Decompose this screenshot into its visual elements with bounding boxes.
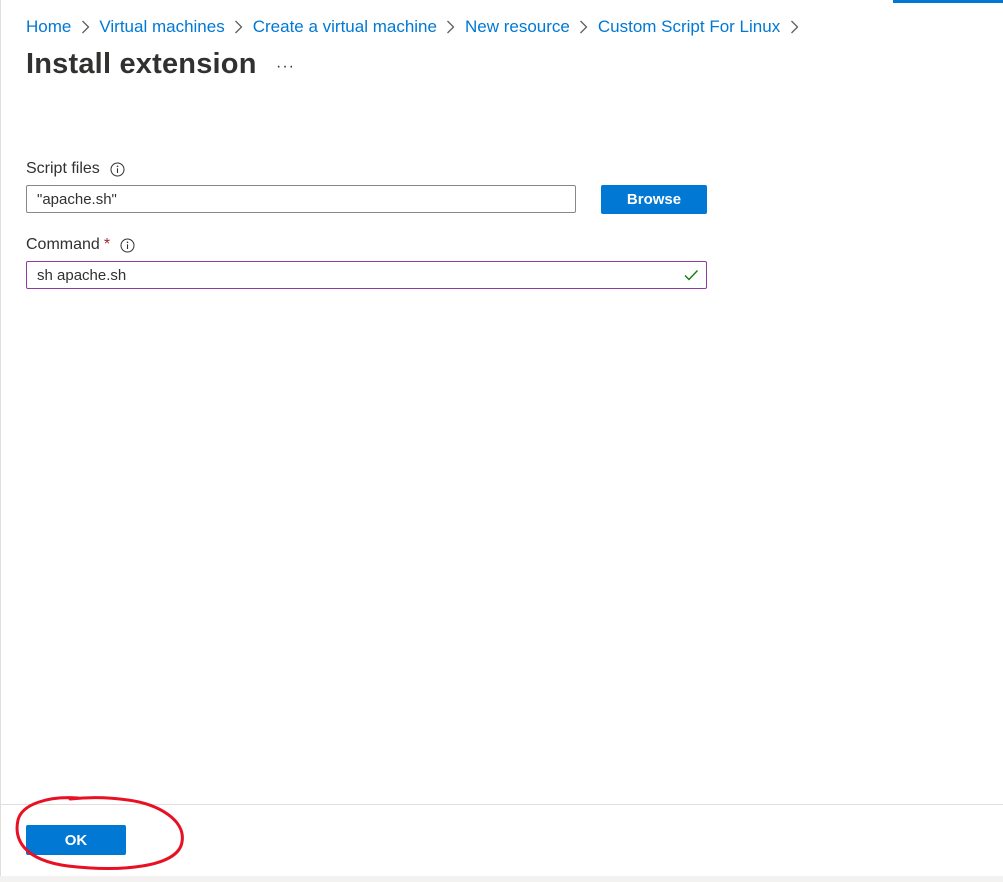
script-files-label: Script files xyxy=(26,160,125,178)
breadcrumb-create-vm[interactable]: Create a virtual machine xyxy=(253,15,437,39)
footer-divider xyxy=(0,804,1003,805)
breadcrumb: Home Virtual machines Create a virtual m… xyxy=(26,15,808,39)
left-border xyxy=(0,0,1,882)
page-title: Install extension xyxy=(26,48,257,80)
breadcrumb-home[interactable]: Home xyxy=(26,15,71,39)
info-icon[interactable] xyxy=(120,238,135,253)
chevron-right-icon xyxy=(225,15,253,39)
chevron-right-icon xyxy=(437,15,465,39)
ok-button[interactable]: OK xyxy=(26,825,126,855)
chevron-right-icon xyxy=(71,15,99,39)
browse-button[interactable]: Browse xyxy=(601,185,707,214)
command-label-text: Command xyxy=(26,236,100,253)
breadcrumb-new-resource[interactable]: New resource xyxy=(465,15,570,39)
more-options-button[interactable]: ··· xyxy=(276,58,295,76)
bottom-strip xyxy=(0,876,1003,882)
command-input[interactable] xyxy=(26,261,707,289)
top-accent-bar xyxy=(893,0,1003,3)
script-files-label-text: Script files xyxy=(26,160,100,177)
command-label: Command * xyxy=(26,236,135,254)
breadcrumb-custom-script[interactable]: Custom Script For Linux xyxy=(598,15,780,39)
required-indicator: * xyxy=(103,236,111,253)
chevron-right-icon xyxy=(780,15,808,39)
chevron-right-icon xyxy=(570,15,598,39)
info-icon[interactable] xyxy=(110,162,125,177)
script-files-input[interactable] xyxy=(26,185,576,213)
check-icon xyxy=(683,267,699,283)
breadcrumb-virtual-machines[interactable]: Virtual machines xyxy=(99,15,224,39)
install-extension-page: Home Virtual machines Create a virtual m… xyxy=(0,0,1003,882)
